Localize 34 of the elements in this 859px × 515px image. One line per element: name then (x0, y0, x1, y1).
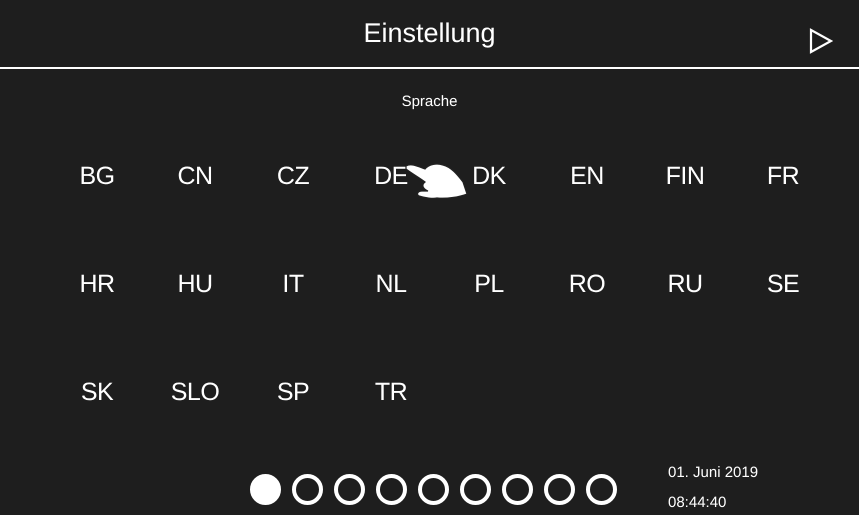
language-option[interactable]: SK (76, 377, 118, 407)
language-option[interactable]: IT (278, 269, 308, 299)
page-indicator-dot[interactable] (292, 474, 323, 504)
language-option[interactable]: CN (173, 161, 217, 191)
language-option[interactable]: FIN (662, 161, 708, 191)
language-option[interactable]: SP (272, 377, 314, 407)
language-option[interactable]: FR (762, 161, 804, 191)
language-option[interactable]: HR (75, 269, 119, 299)
language-option[interactable]: RU (663, 269, 707, 299)
language-option[interactable]: TR (370, 377, 412, 407)
language-option[interactable]: PL (470, 269, 508, 299)
language-option[interactable]: DE (370, 161, 412, 191)
language-option[interactable]: BG (75, 161, 119, 191)
language-option[interactable]: NL (372, 269, 410, 299)
language-option[interactable]: SLO (166, 377, 224, 407)
language-option[interactable]: SE (762, 269, 804, 299)
time-label: 08:44:40 (668, 493, 728, 513)
page-indicator-dot[interactable] (376, 474, 407, 504)
language-option[interactable]: EN (566, 161, 608, 191)
screen-title: Einstellung (363, 20, 496, 47)
play-button[interactable] (809, 28, 833, 54)
section-title: Sprache (402, 92, 458, 112)
page-indicator-dot[interactable] (586, 474, 617, 504)
page-indicator-dot[interactable] (544, 474, 575, 504)
page-indicator-dot[interactable] (334, 474, 365, 504)
page-indicator-dot[interactable] (418, 474, 449, 504)
language-option[interactable]: CZ (272, 161, 314, 191)
language-option[interactable]: RO (564, 269, 610, 299)
language-option[interactable]: DK (468, 161, 510, 191)
date-label: 01. Juni 2019 (668, 463, 758, 483)
page-indicator-dot[interactable] (460, 474, 491, 504)
language-option[interactable]: HU (173, 269, 217, 299)
page-indicator-dot[interactable] (502, 474, 533, 504)
page-indicator-dot[interactable] (250, 474, 281, 504)
